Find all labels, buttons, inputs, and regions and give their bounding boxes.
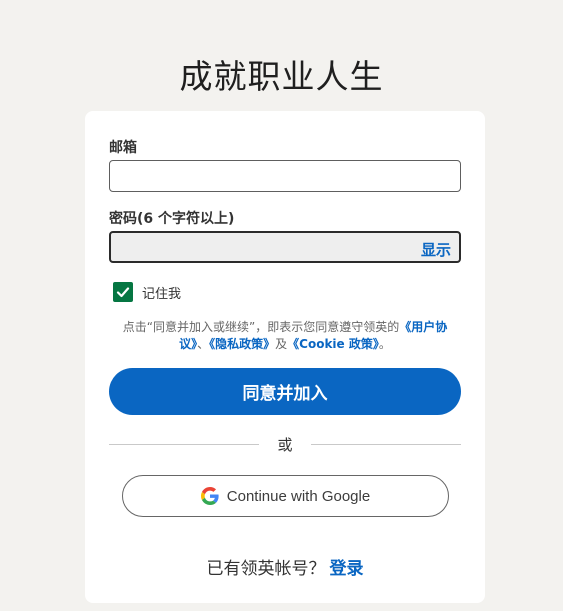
- terms-prefix: 点击“同意并加入或继续”，即表示您同意遵守领英的: [122, 320, 400, 334]
- signin-prompt: 已有领英帐号？ 登录: [85, 554, 485, 579]
- show-password-button[interactable]: 显示: [421, 239, 451, 260]
- password-label: 密码(6 个字符以上): [109, 211, 235, 227]
- google-icon: [200, 487, 219, 505]
- terms-text: 点击“同意并加入或继续”，即表示您同意遵守领英的《用户协议》、《隐私政策》及《C…: [109, 319, 461, 353]
- privacy-policy-link[interactable]: 《隐私政策》: [209, 337, 275, 351]
- password-field[interactable]: 显示: [109, 231, 461, 263]
- google-button-label: Continue with Google: [226, 487, 371, 505]
- terms-and: 及: [275, 337, 288, 351]
- divider-line-right: [311, 444, 461, 445]
- remember-me[interactable]: 记住我: [113, 282, 181, 302]
- email-label: 邮箱: [109, 140, 137, 156]
- terms-separator: 、: [197, 337, 210, 351]
- remember-label: 记住我: [142, 286, 182, 302]
- agree-join-button[interactable]: 同意并加入: [109, 368, 461, 415]
- check-icon: [116, 287, 130, 298]
- terms-suffix: 。: [378, 337, 391, 351]
- signin-link[interactable]: 登录: [330, 559, 364, 579]
- cookie-policy-link[interactable]: 《Cookie 政策》: [287, 337, 379, 351]
- signup-card: 邮箱 密码(6 个字符以上) 显示 记住我 点击“同意并加入或继续”，即表示您同…: [85, 111, 485, 603]
- google-signin-button[interactable]: Continue with Google: [122, 475, 449, 517]
- page-title: 成就职业人生: [179, 57, 384, 96]
- remember-checkbox[interactable]: [113, 282, 133, 302]
- signin-prompt-text: 已有领英帐号？: [206, 559, 326, 579]
- email-field[interactable]: [109, 160, 461, 192]
